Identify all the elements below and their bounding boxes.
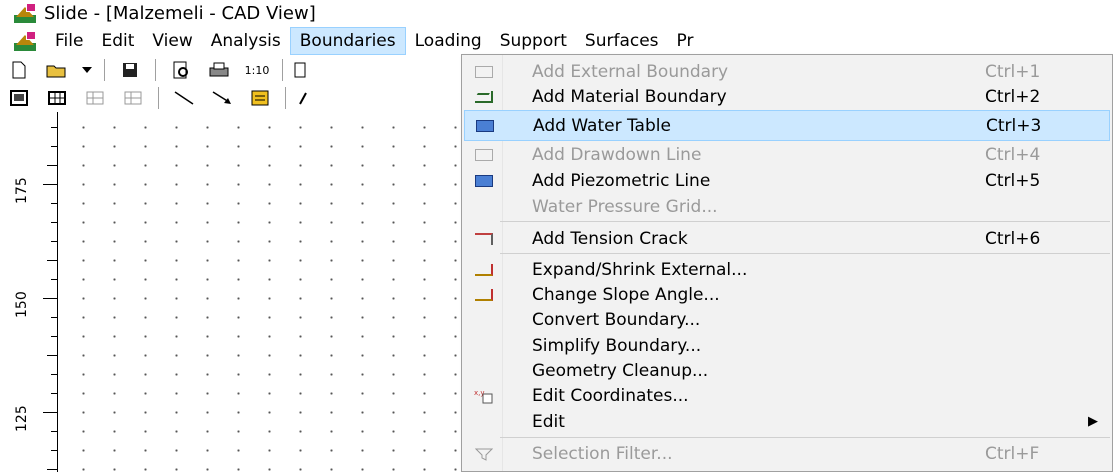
ruler-label-125: 125 — [14, 405, 30, 432]
submenu-arrow-icon: ▶ — [1088, 414, 1098, 429]
menu-item-add-material-boundary[interactable]: Add Material Boundary Ctrl+2 — [464, 81, 1110, 112]
grid-dots — [60, 116, 463, 472]
menu-support[interactable]: Support — [491, 27, 576, 55]
boundaries-dropdown-menu: Add External Boundary Ctrl+1 Add Materia… — [461, 54, 1113, 472]
toolbar-separator — [158, 87, 159, 109]
menu-item-selection-filter[interactable]: Selection Filter... Ctrl+F — [464, 438, 1110, 469]
toolbar-separator — [155, 59, 156, 81]
add-text-box-icon[interactable] — [245, 86, 275, 110]
menu-surfaces[interactable]: Surfaces — [576, 27, 668, 55]
toolbar-separator — [285, 87, 286, 109]
table-grey-2-icon[interactable] — [118, 86, 148, 110]
menu-edit[interactable]: Edit — [92, 27, 143, 55]
cad-view-canvas[interactable]: 175 150 125 — [0, 112, 463, 472]
toolbar-separator — [104, 59, 105, 81]
print-preview-icon[interactable] — [166, 58, 196, 82]
draw-line-icon[interactable] — [169, 86, 199, 110]
copy-icon[interactable] — [293, 58, 307, 82]
menu-item-add-water-table[interactable]: Add Water Table Ctrl+3 — [464, 110, 1110, 141]
tension-crack-icon — [464, 223, 504, 254]
menu-boundaries[interactable]: Boundaries — [289, 27, 406, 55]
print-icon[interactable] — [204, 58, 234, 82]
menu-file[interactable]: File — [46, 27, 92, 55]
slide-app-icon — [14, 3, 36, 23]
toolbar-separator — [282, 59, 283, 81]
pen-icon[interactable] — [296, 86, 310, 110]
menu-analysis[interactable]: Analysis — [202, 27, 290, 55]
scale-button[interactable]: 1:10 — [242, 58, 272, 82]
vertical-ruler: 175 150 125 — [0, 112, 58, 472]
menu-project-truncated[interactable]: Pr — [668, 27, 703, 55]
menu-separator — [500, 221, 1110, 222]
menu-item-edit-submenu[interactable]: Edit ▶ — [464, 406, 1110, 437]
open-dropdown-arrow-icon[interactable] — [80, 58, 94, 82]
display-options-icon[interactable] — [4, 86, 34, 110]
ruler-label-175: 175 — [14, 177, 30, 204]
water-table-icon — [465, 110, 505, 141]
material-boundary-icon — [464, 81, 504, 112]
selection-filter-icon — [464, 438, 504, 469]
table-icon[interactable] — [42, 86, 72, 110]
title-bar: Slide - [Malzemeli - CAD View] — [0, 0, 1113, 26]
menu-loading[interactable]: Loading — [406, 27, 491, 55]
menu-view[interactable]: View — [143, 27, 201, 55]
menu-item-water-pressure-grid[interactable]: Water Pressure Grid... — [464, 191, 1110, 222]
open-folder-icon[interactable] — [42, 58, 72, 82]
draw-arrow-icon[interactable] — [207, 86, 237, 110]
ruler-label-150: 150 — [14, 291, 30, 318]
menu-bar: File Edit View Analysis Boundaries Loadi… — [0, 26, 1113, 56]
table-grey-icon[interactable] — [80, 86, 110, 110]
new-file-icon[interactable] — [4, 58, 34, 82]
toolbar-standard: 1:10 — [0, 56, 460, 84]
toolbar-view — [0, 84, 460, 112]
save-icon[interactable] — [115, 58, 145, 82]
window-title: Slide - [Malzemeli - CAD View] — [44, 2, 316, 24]
document-icon[interactable] — [14, 31, 36, 51]
menu-item-add-tension-crack[interactable]: Add Tension Crack Ctrl+6 — [464, 223, 1110, 254]
